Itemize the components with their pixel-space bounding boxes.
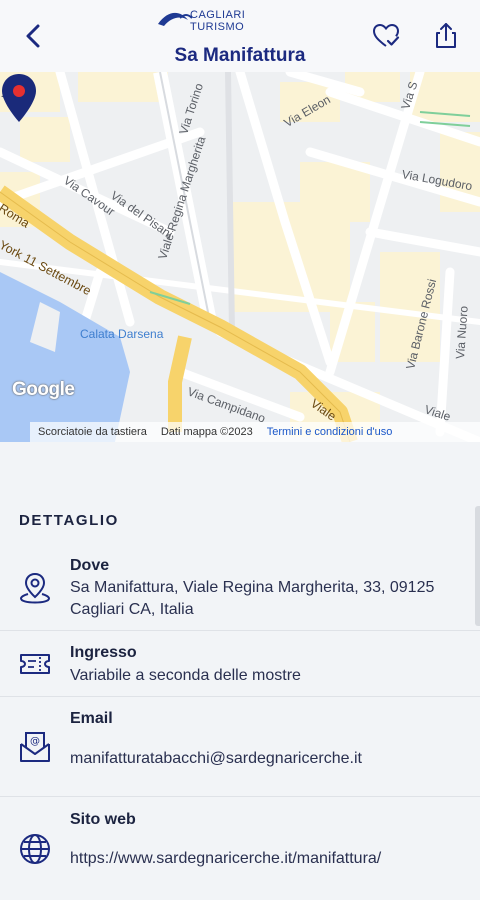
detail-row-dove: Dove Sa Manifattura, Viale Regina Marghe… — [0, 548, 480, 631]
share-icon — [436, 23, 456, 48]
dove-value: Sa Manifattura, Viale Regina Margherita,… — [70, 579, 435, 618]
email-label: Email — [70, 710, 113, 727]
keyboard-shortcuts-link[interactable]: Scorciatoie da tastiera — [38, 426, 147, 438]
globe-icon — [20, 834, 50, 864]
logo-line-2: TURISMO — [190, 21, 245, 33]
map-attribution-bar: Scorciatoie da tastiera Dati mappa ©2023… — [30, 422, 480, 442]
page-title: Sa Manifattura — [174, 45, 306, 66]
ingresso-value: Variabile a seconda delle mostre — [70, 667, 301, 684]
email-icon: @ — [20, 732, 50, 762]
location-map[interactable]: Via Via Torino Via Eleon Via S Via Logud… — [0, 72, 480, 442]
detail-row-email[interactable]: @ Email manifatturatabacchi@sardegnarice… — [0, 697, 480, 797]
terms-link[interactable]: Termini e condizioni d'uso — [267, 426, 393, 438]
google-logo: Google — [12, 379, 75, 400]
location-pin-icon[interactable] — [0, 72, 38, 124]
map-label-calata-darsena: Calata Darsena — [80, 327, 164, 341]
logo-wordmark: CAGLIARI TURISMO — [190, 9, 245, 33]
location-icon — [19, 572, 51, 604]
sito-web-label: Sito web — [70, 811, 136, 828]
email-value-link[interactable]: manifatturatabacchi@sardegnaricerche.it — [70, 748, 460, 770]
detail-row-sito-web[interactable]: Sito web https://www.sardegnaricerche.it… — [0, 797, 480, 900]
ingresso-label: Ingresso — [70, 644, 137, 661]
app-header: CAGLIARI TURISMO Sa Manifattura — [0, 0, 480, 72]
favorite-button[interactable] — [370, 20, 402, 52]
sito-web-value-link[interactable]: https://www.sardegnaricerche.it/manifatt… — [70, 848, 460, 870]
detail-row-ingresso: Ingresso Variabile a seconda delle mostr… — [0, 631, 480, 697]
section-title: DETTAGLIO — [19, 512, 119, 529]
logo-line-1: CAGLIARI — [190, 9, 246, 21]
svg-text:@: @ — [30, 736, 40, 747]
dove-label: Dove — [70, 557, 110, 574]
map-data-credit: Dati mappa ©2023 — [160, 426, 253, 438]
share-button[interactable] — [430, 20, 462, 52]
heart-check-icon — [372, 23, 400, 47]
ticket-icon — [20, 654, 50, 674]
